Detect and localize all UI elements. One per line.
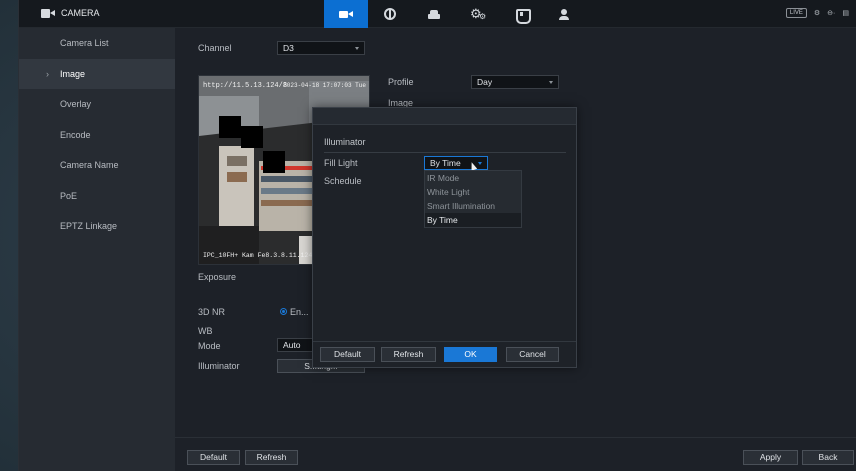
dialog-refresh-button[interactable]: Refresh (381, 347, 436, 362)
fill-light-value: By Time (430, 158, 461, 168)
channel-value: D3 (283, 43, 294, 53)
top-right-controls: LIVE ⚙ ⊖· ▤ (785, 8, 849, 18)
app-title-label: CAMERA (61, 8, 100, 18)
logout-icon[interactable]: ⊖· (827, 9, 835, 17)
apply-button[interactable]: Apply (743, 450, 798, 465)
security-icon (515, 8, 531, 24)
mode-value: Auto (283, 340, 301, 350)
illuminator-dialog: Illuminator Fill Light By Time Schedule … (312, 107, 577, 368)
chevron-right-icon: › (46, 69, 49, 79)
profile-label: Profile (388, 77, 414, 87)
camera-title-icon (41, 8, 55, 18)
nav-account[interactable] (544, 0, 588, 28)
mode-label: Mode (198, 341, 221, 351)
exposure-label[interactable]: Exposure (198, 272, 236, 282)
sidebar-item-label: PoE (60, 191, 78, 201)
sidebar-item-poe[interactable]: PoE (19, 181, 175, 211)
system-icon (470, 6, 486, 22)
option-ir-mode[interactable]: IR Mode (425, 171, 521, 185)
dialog-footer: Default Refresh OK Cancel (313, 341, 576, 367)
dialog-ok-button[interactable]: OK (444, 347, 497, 362)
sidebar-item-label: Image (60, 69, 86, 79)
osd-bottom: IPC_10FH+ Kam Fe8.3.8.11.124 (203, 252, 313, 259)
sidebar-item-camera-list[interactable]: Camera List (19, 28, 175, 58)
dialog-default-button[interactable]: Default (320, 347, 375, 362)
app-title: CAMERA (41, 8, 100, 18)
wb-label: WB (198, 326, 213, 336)
nav-camera[interactable] (324, 0, 368, 28)
nav-storage[interactable] (412, 0, 456, 28)
channel-label: Channel (198, 43, 232, 53)
chevron-down-icon (478, 162, 482, 165)
schedule-label: Schedule (324, 176, 362, 186)
user-icon[interactable]: ⚙ (814, 9, 820, 17)
chevron-down-icon (549, 81, 553, 84)
nr3d-enable-radio[interactable] (280, 308, 287, 315)
sidebar-item-image[interactable]: › Image (19, 59, 175, 89)
fill-light-select[interactable]: By Time (424, 156, 488, 170)
dialog-cancel-button[interactable]: Cancel (506, 347, 559, 362)
top-bar: CAMERA LIVE ⚙ ⊖· ▤ (19, 0, 856, 28)
default-button[interactable]: Default (187, 450, 240, 465)
option-white-light[interactable]: White Light (425, 185, 521, 199)
sidebar-item-label: Camera Name (60, 160, 119, 170)
account-icon (559, 8, 573, 20)
fill-light-label: Fill Light (324, 158, 358, 168)
camera-icon (339, 9, 353, 20)
fill-light-dropdown: IR Mode White Light Smart Illumination B… (424, 170, 522, 228)
nav-security[interactable] (500, 0, 544, 28)
sidebar-item-eptz-linkage[interactable]: EPTZ Linkage (19, 211, 175, 241)
sidebar-item-encode[interactable]: Encode (19, 120, 175, 150)
sidebar-item-camera-name[interactable]: Camera Name (19, 150, 175, 180)
option-by-time[interactable]: By Time (425, 213, 521, 227)
top-nav (324, 0, 588, 28)
dialog-header (313, 108, 576, 125)
profile-value: Day (477, 77, 493, 87)
sidebar-item-label: EPTZ Linkage (60, 221, 118, 231)
section-divider (324, 152, 566, 153)
main-panel: Channel D3 http://11.5.13.124/8 2023-04-… (175, 28, 856, 471)
illuminator-section-title: Illuminator (324, 137, 366, 147)
osd-top-left: http://11.5.13.124/8 (203, 82, 288, 90)
menu-icon[interactable]: ▤ (842, 9, 849, 17)
nav-network[interactable] (368, 0, 412, 28)
sidebar-item-overlay[interactable]: Overlay (19, 89, 175, 119)
option-smart-illumination[interactable]: Smart Illumination (425, 199, 521, 213)
refresh-button[interactable]: Refresh (245, 450, 298, 465)
live-button[interactable]: LIVE (785, 8, 807, 18)
nr3d-label: 3D NR (198, 307, 226, 317)
chevron-down-icon (355, 47, 359, 50)
channel-select[interactable]: D3 (277, 41, 365, 55)
profile-select[interactable]: Day (471, 75, 559, 89)
app-window: CAMERA LIVE ⚙ ⊖· ▤ Camera List › Image Ov… (18, 0, 856, 471)
network-icon (384, 8, 396, 20)
sidebar-item-label: Camera List (60, 38, 109, 48)
illuminator-label: Illuminator (198, 361, 240, 371)
sidebar-item-label: Overlay (60, 99, 92, 109)
bottom-bar: Default Refresh Apply Back (175, 437, 856, 471)
nr3d-enable-label: En... (290, 307, 309, 317)
sidebar-item-label: Encode (60, 130, 91, 140)
osd-top-right: 2023-04-18 17:07:03 Tue (283, 82, 366, 89)
nav-system[interactable] (456, 0, 500, 28)
storage-icon (427, 9, 441, 20)
back-button[interactable]: Back (802, 450, 854, 465)
sidebar: Camera List › Image Overlay Encode Camera… (19, 28, 175, 471)
